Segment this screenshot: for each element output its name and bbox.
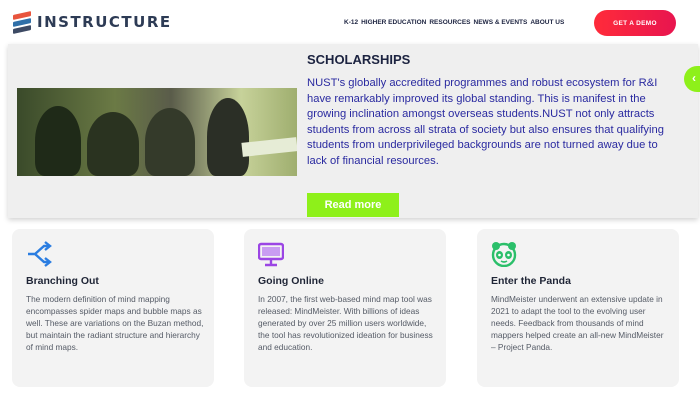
- read-more-button[interactable]: Read more: [307, 193, 399, 217]
- card-body: MindMeister underwent an extensive updat…: [491, 294, 664, 352]
- logo-mark-icon: [13, 11, 31, 34]
- card-title: Enter the Panda: [491, 275, 571, 287]
- branching-arrows-icon: [28, 241, 52, 267]
- nav-item-about-us[interactable]: ABOUT US: [530, 19, 564, 26]
- scholarships-card: SCHOLARSHIPS NUST's globally accredited …: [8, 44, 698, 218]
- logo-text: INSTRUCTURE: [37, 13, 172, 31]
- main-nav: K-12 HIGHER EDUCATION RESOURCES NEWS & E…: [344, 19, 567, 26]
- get-demo-button[interactable]: GET A DEMO: [594, 10, 676, 36]
- feature-card-branching-out: Branching Out The modern definition of m…: [12, 229, 214, 387]
- card-body: The modern definition of mind mapping en…: [26, 294, 204, 352]
- card-title: Going Online: [258, 275, 324, 287]
- panda-icon: [491, 242, 517, 267]
- arrow-left-icon: ‹: [692, 71, 696, 85]
- card-body: In 2007, the first web-based mind map to…: [258, 294, 433, 352]
- nav-item-k12[interactable]: K-12: [344, 19, 358, 26]
- feature-card-going-online: Going Online In 2007, the first web-base…: [244, 229, 446, 387]
- nav-item-news-events[interactable]: NEWS & EVENTS: [474, 19, 528, 26]
- feature-card-enter-the-panda: Enter the Panda MindMeister underwent an…: [477, 229, 679, 387]
- nav-item-higher-education[interactable]: HIGHER EDUCATION: [361, 19, 426, 26]
- hero-title: SCHOLARSHIPS: [307, 52, 411, 67]
- instructure-logo[interactable]: INSTRUCTURE: [13, 11, 172, 34]
- nav-item-resources[interactable]: RESOURCES: [429, 19, 470, 26]
- card-title: Branching Out: [26, 275, 99, 287]
- students-photo: [17, 88, 297, 176]
- monitor-icon: [258, 242, 284, 267]
- hero-description: NUST's globally accredited programmes an…: [307, 77, 664, 167]
